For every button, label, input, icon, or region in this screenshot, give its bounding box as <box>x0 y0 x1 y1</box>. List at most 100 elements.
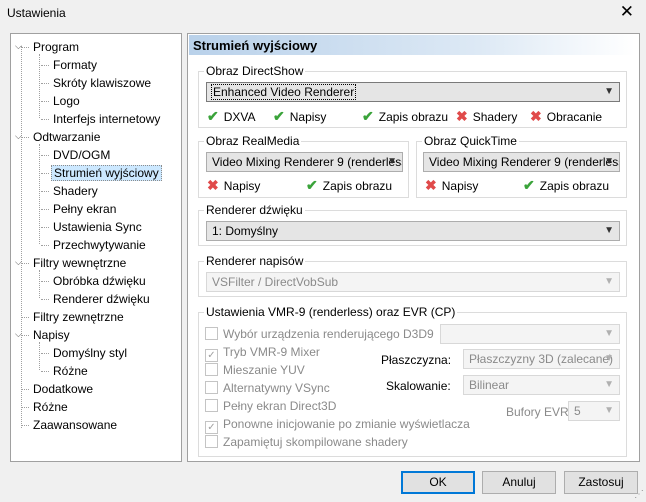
vmr-checkbox-label: Ponowne inicjowanie po zmianie wyświetla… <box>223 417 470 431</box>
plane-select-value: Płaszczyzny 3D (zalecane) <box>469 352 614 366</box>
realmedia-select-value: Video Mixing Renderer 9 (renderless <box>212 155 403 169</box>
cross-icon: ✖ <box>425 177 437 193</box>
feature-label: Napisy <box>223 179 261 193</box>
tree-item[interactable]: Ustawienia Sync <box>51 219 144 235</box>
tree-item[interactable]: Odtwarzanie <box>31 129 102 145</box>
feature-status: ✖ Shadery <box>456 108 517 125</box>
subtitle-renderer-select[interactable]: VSFilter / DirectVobSub ▼ <box>206 272 620 292</box>
audio-select[interactable]: 1: Domyślny ▼ <box>206 221 620 241</box>
check-icon: ✔ <box>207 108 219 124</box>
check-icon: ✔ <box>362 108 374 124</box>
vmr-checkbox-label: Pełny ekran Direct3D <box>223 399 337 413</box>
audio-select-value: 1: Domyślny <box>212 224 279 238</box>
checkbox-icon[interactable] <box>205 381 218 394</box>
vmr-checkbox-label: Alternatywny VSync <box>223 381 330 395</box>
page-title: Strumień wyjściowy <box>189 35 635 55</box>
chevron-down-icon: ▼ <box>604 156 614 167</box>
directshow-legend: Obraz DirectShow <box>206 64 304 78</box>
feature-status: ✔ Zapis obrazu <box>523 177 609 194</box>
vmr-checkbox[interactable]: Pełny ekran Direct3D <box>205 399 336 413</box>
plane-select[interactable]: Płaszczyzny 3D (zalecane) ▼ <box>463 349 620 369</box>
cancel-button[interactable]: Anuluj <box>482 471 556 494</box>
tree-item[interactable]: Skróty klawiszowe <box>51 75 153 91</box>
vmr-checkbox[interactable]: Mieszanie YUV <box>205 363 305 377</box>
feature-status: ✔ Zapis obrazu <box>306 177 392 194</box>
checkbox-icon[interactable] <box>205 327 218 340</box>
feature-status: ✔ Zapis obrazu <box>362 108 448 125</box>
ok-button[interactable]: OK <box>401 471 475 494</box>
checkbox-icon[interactable] <box>205 363 218 376</box>
checkbox-icon[interactable]: ✓ <box>205 349 218 362</box>
vmr-checkbox[interactable]: Alternatywny VSync <box>205 381 330 395</box>
close-icon[interactable]: ✕ <box>620 2 634 22</box>
tree-item[interactable]: Różne <box>31 399 70 415</box>
feature-label: Zapis obrazu <box>322 179 393 193</box>
scaling-select-value: Bilinear <box>469 378 510 392</box>
cross-icon: ✖ <box>530 108 542 124</box>
vmr-checkbox[interactable]: ✓ Tryb VMR-9 Mixer <box>205 345 320 362</box>
feature-status: ✔ Napisy <box>273 108 326 125</box>
tree-item[interactable]: Różne <box>51 363 90 379</box>
vmr-checkbox[interactable]: Wybór urządzenia renderującego D3D9 <box>205 327 434 341</box>
tree-item[interactable]: Domyślny styl <box>51 345 129 361</box>
checkbox-icon[interactable] <box>205 399 218 412</box>
chevron-down-icon: ▼ <box>604 86 614 97</box>
chevron-down-icon: ▼ <box>604 353 614 364</box>
check-icon: ✔ <box>523 177 535 193</box>
tree-item[interactable]: DVD/OGM <box>51 147 112 163</box>
directshow-select[interactable]: Enhanced Video Renderer ▼ <box>206 82 620 102</box>
tree-item[interactable]: Obróbka dźwięku <box>51 273 148 289</box>
tree-item[interactable]: Strumień wyjściowy <box>51 165 162 181</box>
tree-item[interactable]: Napisy <box>31 327 72 343</box>
cross-icon: ✖ <box>207 177 219 193</box>
tree-item[interactable]: Formaty <box>51 57 99 73</box>
feature-status: ✔ DXVA <box>207 108 256 125</box>
scaling-select[interactable]: Bilinear ▼ <box>463 375 620 395</box>
tree-item[interactable]: Pełny ekran <box>51 201 118 217</box>
feature-status: ✖ Napisy <box>425 177 478 194</box>
chevron-down-icon: ▼ <box>604 405 614 416</box>
tree-item[interactable]: Filtry wewnętrzne <box>31 255 128 271</box>
checkbox-icon[interactable] <box>205 435 218 448</box>
evr-buffers-select[interactable]: 5 ▼ <box>568 401 620 421</box>
apply-button[interactable]: Zastosuj <box>564 471 638 494</box>
feature-label: Napisy <box>441 179 479 193</box>
vmr-checkbox[interactable]: Zapamiętuj skompilowane shadery <box>205 435 408 449</box>
plane-label: Płaszczyzna: <box>381 353 452 367</box>
d3d9-device-select[interactable]: ▼ <box>440 324 620 344</box>
tree-item[interactable]: Interfejs internetowy <box>51 111 162 127</box>
chevron-down-icon: ▼ <box>604 379 614 390</box>
feature-status: ✖ Napisy <box>207 177 260 194</box>
tree-item[interactable]: Program <box>31 39 81 55</box>
feature-label: Shadery <box>472 110 518 124</box>
audio-legend: Renderer dźwięku <box>206 203 303 217</box>
vmr-checkbox[interactable]: ✓ Ponowne inicjowanie po zmianie wyświetl… <box>205 417 470 434</box>
quicktime-select[interactable]: Video Mixing Renderer 9 (renderless ▼ <box>423 152 620 172</box>
tree-item[interactable]: Przechwytywanie <box>51 237 148 253</box>
checkbox-icon[interactable]: ✓ <box>205 421 218 434</box>
tree-item[interactable]: Renderer dźwięku <box>51 291 152 307</box>
tree-item[interactable]: Logo <box>51 93 82 109</box>
chevron-down-icon: ▼ <box>604 328 614 339</box>
tree-item[interactable]: Zaawansowane <box>31 417 119 433</box>
evr-buffers-value: 5 <box>574 404 581 418</box>
feature-label: Zapis obrazu <box>539 179 610 193</box>
check-icon: ✔ <box>273 108 285 124</box>
vmr-checkbox-label: Tryb VMR-9 Mixer <box>223 345 320 359</box>
feature-label: DXVA <box>223 110 256 124</box>
feature-label: Zapis obrazu <box>378 110 449 124</box>
vmr-checkbox-label: Wybór urządzenia renderującego D3D9 <box>223 327 434 341</box>
subtitle-renderer-legend: Renderer napisów <box>206 254 304 268</box>
quicktime-select-value: Video Mixing Renderer 9 (renderless <box>429 155 620 169</box>
tree-item[interactable]: Filtry zewnętrzne <box>31 309 126 325</box>
resize-grip-icon[interactable]: ⋰ <box>634 489 644 500</box>
tree-item[interactable]: Shadery <box>51 183 100 199</box>
vmr-checkbox-label: Mieszanie YUV <box>223 363 305 377</box>
tree-item[interactable]: Dodatkowe <box>31 381 95 397</box>
realmedia-legend: Obraz RealMedia <box>206 134 300 148</box>
vmr-checkbox-label: Zapamiętuj skompilowane shadery <box>223 435 408 449</box>
check-icon: ✔ <box>306 177 318 193</box>
feature-status: ✖ Obracanie <box>530 108 602 125</box>
realmedia-select[interactable]: Video Mixing Renderer 9 (renderless ▼ <box>206 152 403 172</box>
chevron-down-icon: ▼ <box>604 276 614 287</box>
